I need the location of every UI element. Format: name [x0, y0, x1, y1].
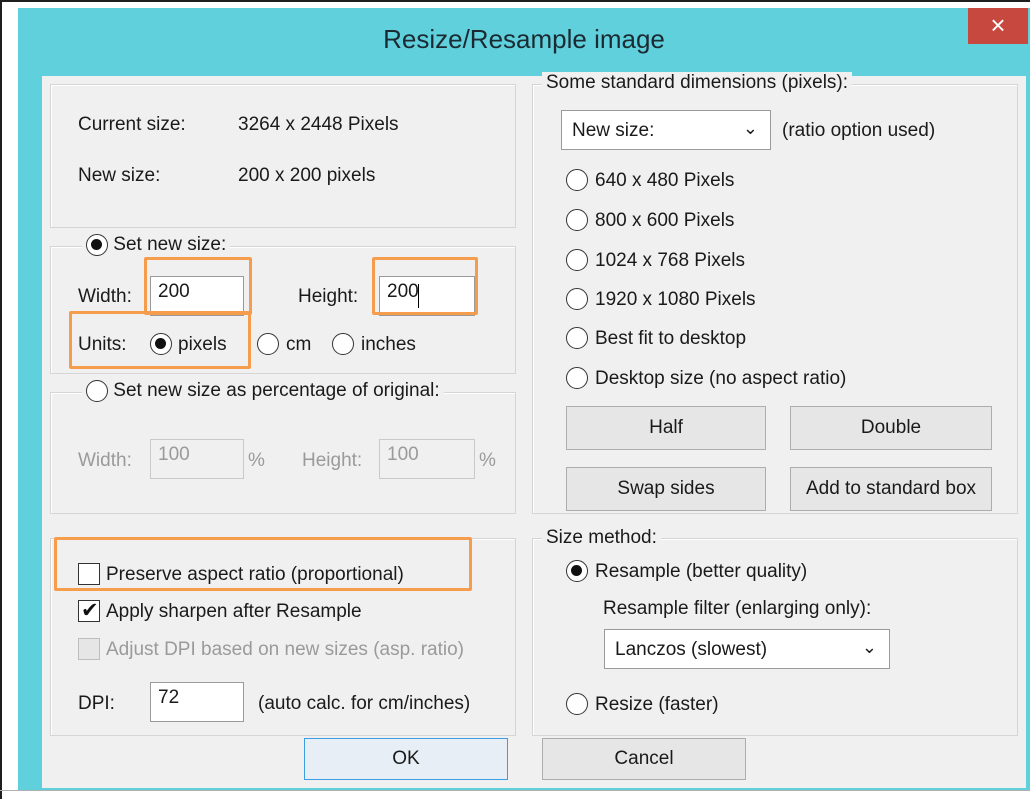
double-button[interactable]: Double — [790, 406, 992, 450]
dpi-label: DPI: — [78, 693, 115, 714]
resample-label[interactable]: Resample (better quality) — [595, 561, 807, 583]
checkmark-icon: ✔ — [81, 599, 99, 622]
preset-1024-label[interactable]: 1024 x 768 Pixels — [595, 250, 745, 272]
current-size-label: Current size: — [78, 114, 186, 135]
percent-height-unit: % — [479, 450, 496, 471]
new-size-value: 200 x 200 pixels — [238, 165, 376, 186]
new-size-label: New size: — [78, 165, 161, 186]
percent-width-input[interactable]: 100 — [150, 439, 244, 479]
standard-size-select-value: New size: — [572, 120, 655, 141]
cancel-button[interactable]: Cancel — [542, 738, 746, 780]
resize-radio[interactable] — [566, 693, 588, 715]
percentage-option[interactable]: Set new size as percentage of original: — [82, 380, 444, 403]
preset-desktop-radio[interactable] — [566, 367, 588, 389]
units-label: Units: — [78, 334, 127, 355]
dialog-window: Resize/Resample image × Current size: 32… — [18, 8, 1030, 790]
percentage-label: Set new size as percentage of original: — [113, 380, 440, 402]
width-label: Width: — [78, 286, 132, 307]
text-cursor — [418, 284, 419, 308]
ok-button[interactable]: OK — [304, 738, 508, 780]
apply-sharpen-label[interactable]: Apply sharpen after Resample — [106, 601, 362, 623]
width-input[interactable]: 200 — [150, 276, 244, 316]
half-button[interactable]: Half — [566, 406, 766, 450]
standard-size-select[interactable]: New size: ⌄ — [561, 110, 771, 150]
ratio-option-note: (ratio option used) — [782, 120, 936, 141]
size-info-group — [50, 84, 516, 228]
adjust-dpi-checkbox[interactable] — [78, 638, 100, 660]
percent-height-label: Height: — [302, 450, 363, 471]
apply-sharpen-checkbox[interactable]: ✔ — [78, 599, 100, 622]
dpi-note: (auto calc. for cm/inches) — [258, 693, 471, 714]
percentage-radio[interactable] — [86, 380, 108, 402]
set-new-size-radio[interactable] — [86, 234, 108, 256]
chevron-down-icon: ⌄ — [742, 118, 758, 138]
set-new-size-label: Set new size: — [113, 234, 227, 256]
resample-filter-select[interactable]: Lanczos (slowest) ⌄ — [604, 629, 890, 669]
dialog-title: Resize/Resample image — [383, 24, 665, 54]
height-input[interactable]: 200 — [379, 276, 475, 316]
height-label: Height: — [298, 286, 359, 307]
current-size-value: 3264 x 2448 Pixels — [238, 114, 399, 135]
preset-desktop-label[interactable]: Desktop size (no aspect ratio) — [595, 368, 846, 390]
page-border-left — [0, 0, 2, 799]
dpi-input[interactable]: 72 — [150, 682, 244, 722]
units-pixels-label[interactable]: pixels — [178, 334, 227, 356]
preset-800-radio[interactable] — [566, 209, 588, 231]
preserve-aspect-checkbox[interactable] — [78, 563, 100, 585]
percent-width-unit: % — [248, 450, 265, 471]
chevron-down-icon: ⌄ — [861, 637, 877, 657]
preset-640-label[interactable]: 640 x 480 Pixels — [595, 170, 734, 192]
units-inches-label[interactable]: inches — [361, 334, 416, 356]
preset-1920-radio[interactable] — [566, 288, 588, 310]
add-to-standard-box-button[interactable]: Add to standard box — [790, 467, 992, 511]
resize-label[interactable]: Resize (faster) — [595, 694, 719, 716]
set-new-size-option[interactable]: Set new size: — [82, 234, 231, 257]
resample-filter-value: Lanczos (slowest) — [615, 639, 768, 660]
close-button[interactable]: × — [968, 8, 1028, 44]
units-cm-radio[interactable] — [257, 333, 279, 355]
preset-best-fit-radio[interactable] — [566, 327, 588, 349]
swap-sides-button[interactable]: Swap sides — [566, 467, 766, 511]
dialog-client: Current size: 3264 x 2448 Pixels New siz… — [42, 72, 1026, 788]
standard-dimensions-legend: Some standard dimensions (pixels): — [542, 72, 853, 94]
page-bottom-rule — [0, 790, 1030, 791]
preset-1024-radio[interactable] — [566, 249, 588, 271]
resample-filter-label: Resample filter (enlarging only): — [603, 598, 872, 619]
percent-width-label: Width: — [78, 450, 132, 471]
size-method-legend: Size method: — [542, 527, 661, 549]
preset-800-label[interactable]: 800 x 600 Pixels — [595, 210, 734, 232]
adjust-dpi-label: Adjust DPI based on new sizes (asp. rati… — [106, 639, 465, 660]
units-cm-label[interactable]: cm — [286, 334, 311, 356]
preserve-aspect-label[interactable]: Preserve aspect ratio (proportional) — [106, 564, 404, 586]
resample-radio[interactable] — [566, 560, 588, 582]
units-inches-radio[interactable] — [332, 333, 354, 355]
preset-640-radio[interactable] — [566, 169, 588, 191]
preset-1920-label[interactable]: 1920 x 1080 Pixels — [595, 289, 756, 311]
units-pixels-radio[interactable] — [150, 333, 172, 355]
percent-height-input[interactable]: 100 — [379, 439, 475, 479]
preset-best-fit-label[interactable]: Best fit to desktop — [595, 328, 746, 350]
page-border-top — [0, 0, 1030, 2]
